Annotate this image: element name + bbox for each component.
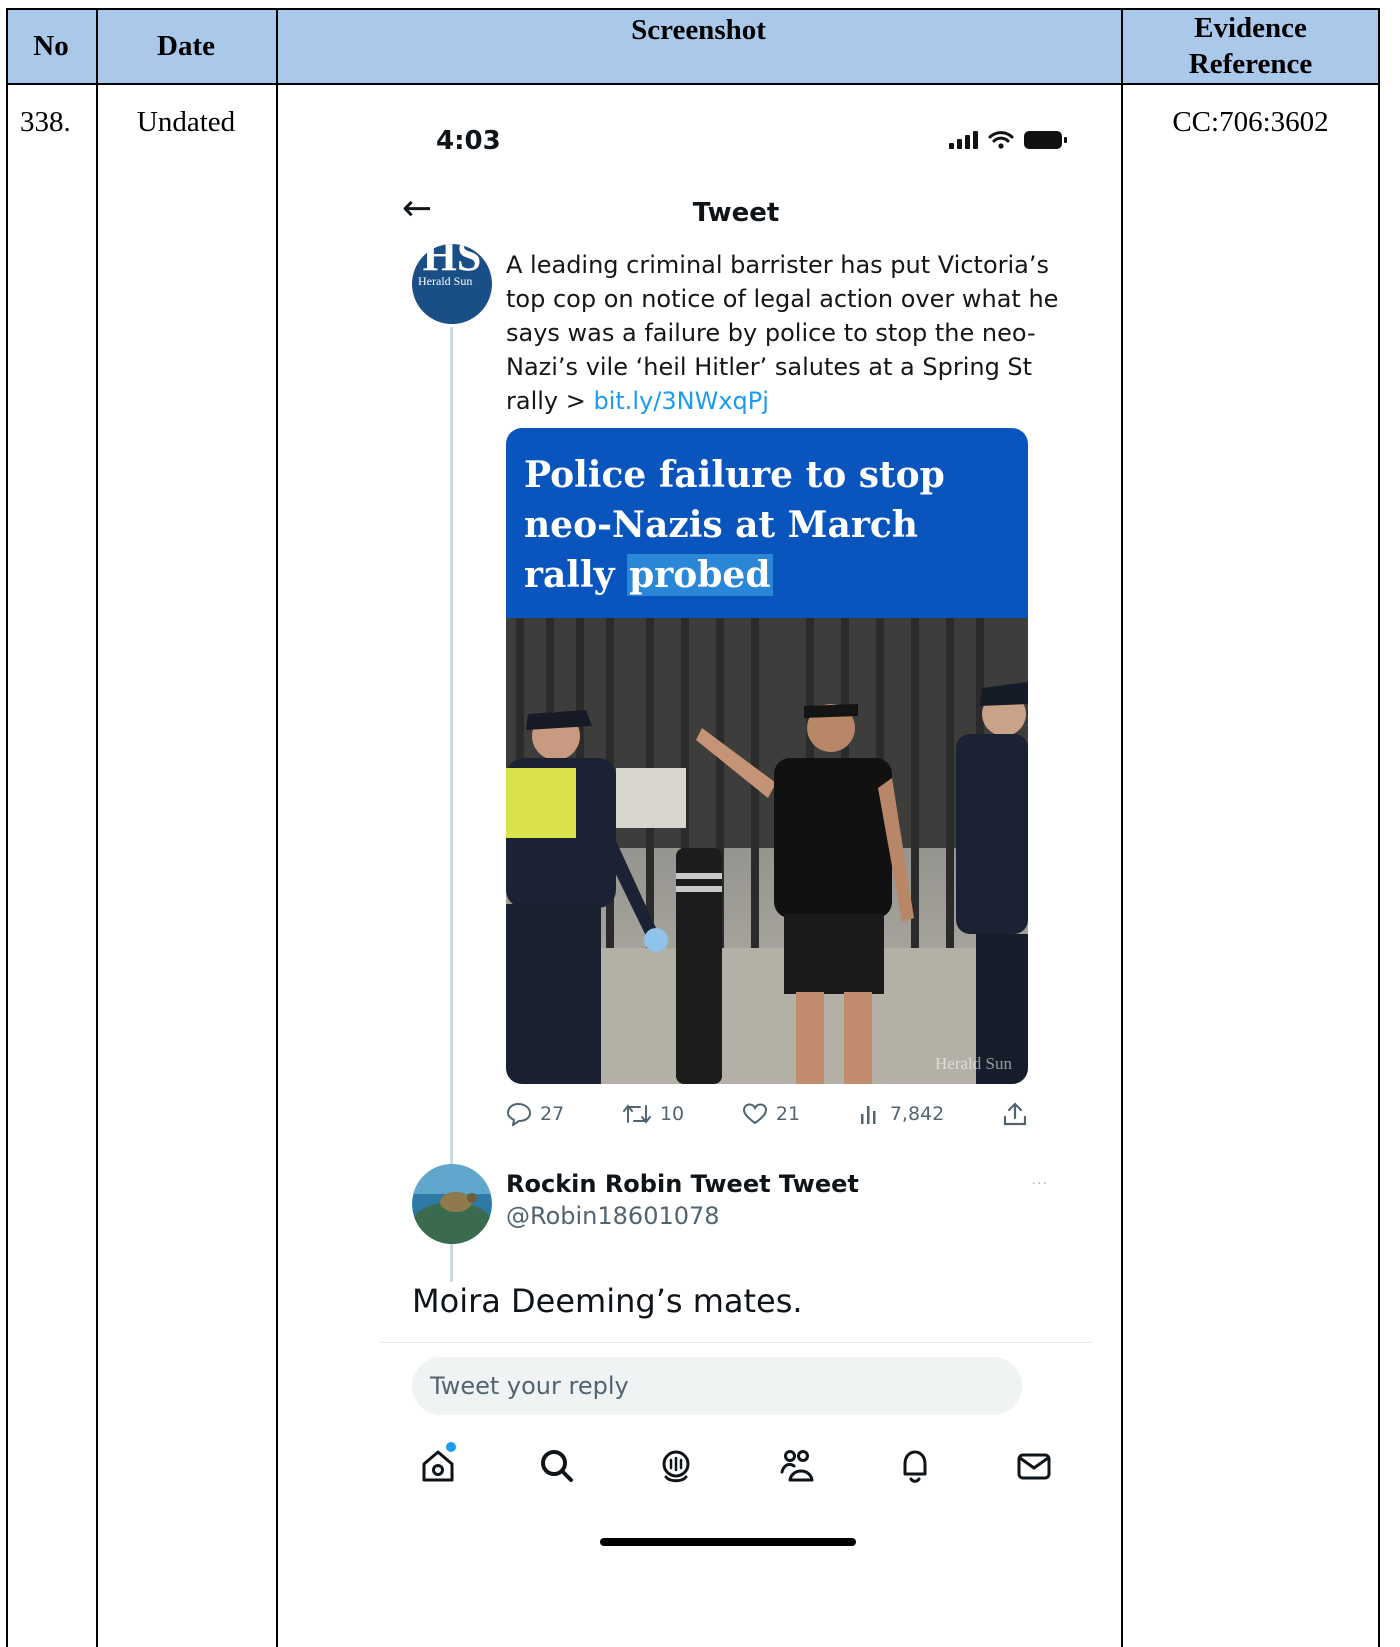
share-icon (1003, 1102, 1027, 1126)
tab-notifications[interactable] (887, 1438, 943, 1494)
home-notification-dot (446, 1442, 456, 1452)
tab-home[interactable] (410, 1438, 466, 1494)
cell-no: 338. (20, 106, 71, 138)
header-date: Date (157, 29, 215, 62)
table-border-right (1378, 8, 1380, 1647)
link-card[interactable]: Police failure to stop neo-Nazis at Marc… (506, 428, 1028, 1084)
views-icon (860, 1106, 876, 1124)
like-action[interactable]: 21 (742, 1102, 800, 1126)
tab-spaces[interactable] (648, 1438, 704, 1494)
tweet-screenshot: 4:03 ← Tweet HS Herald Sun A leading cri… (380, 112, 1092, 1637)
col-divider-1 (96, 8, 98, 1647)
signal-icon (949, 131, 978, 149)
tweet-text: A leading criminal barrister has put Vic… (506, 248, 1066, 418)
table-border-top (6, 8, 1380, 10)
more-options-icon[interactable]: ··· (1032, 1176, 1048, 1192)
tab-search[interactable] (529, 1438, 585, 1494)
tweet-actions: 27 10 21 7,842 (506, 1094, 1028, 1134)
communities-icon (780, 1450, 814, 1482)
heart-icon (742, 1103, 767, 1125)
status-time: 4:03 (436, 126, 501, 156)
robin-avatar[interactable] (412, 1164, 492, 1244)
thread-line (450, 327, 453, 1282)
reply-action[interactable]: 27 (506, 1102, 564, 1126)
like-count: 21 (775, 1103, 801, 1125)
card-headline: Police failure to stop neo-Nazis at Marc… (506, 428, 1028, 618)
share-action[interactable] (1002, 1101, 1028, 1127)
header-evidence-line1: Evidence (1194, 11, 1307, 44)
views-action[interactable]: 7,842 (858, 1102, 944, 1126)
reply-input[interactable]: Tweet your reply (412, 1357, 1022, 1415)
tab-communities[interactable] (768, 1438, 824, 1494)
retweet-icon (622, 1104, 651, 1124)
col-divider-3 (1121, 8, 1123, 1647)
tweet-link[interactable]: bit.ly/3NWxqPj (593, 387, 768, 415)
tweet-body: A leading criminal barrister has put Vic… (506, 251, 1059, 415)
bell-icon (903, 1450, 927, 1483)
status-icons (949, 130, 1067, 150)
cell-date: Undated (136, 106, 236, 138)
header-no: No (33, 29, 69, 62)
col-divider-2 (276, 8, 278, 1647)
reply-author-name[interactable]: Rockin Robin Tweet Tweet (506, 1170, 859, 1198)
card-headline-highlight: probed (627, 554, 773, 596)
retweet-count: 10 (659, 1103, 685, 1125)
reply-divider (380, 1342, 1092, 1343)
header-evidence-line2: Reference (1188, 47, 1313, 80)
card-watermark: Herald Sun (935, 1054, 1012, 1073)
envelope-icon (1017, 1453, 1051, 1480)
home-icon (422, 1450, 454, 1482)
table-header-divider (6, 83, 1380, 85)
battery-icon (1024, 131, 1067, 149)
retweet-action[interactable]: 10 (622, 1102, 684, 1126)
nav-title: Tweet (692, 198, 780, 228)
reply-icon (506, 1102, 532, 1126)
header-screenshot: Screenshot (631, 14, 766, 46)
herald-sun-avatar[interactable]: HS Herald Sun (412, 244, 492, 324)
home-indicator (600, 1538, 856, 1546)
avatar-logo-caption: Herald Sun (418, 274, 473, 288)
spaces-icon (662, 1450, 690, 1483)
reply-text: Moira Deeming’s mates. (412, 1282, 803, 1320)
header-evidence-reference: Evidence Reference (1121, 8, 1380, 83)
table-border-left (6, 8, 8, 1647)
search-icon (541, 1450, 574, 1482)
tab-messages[interactable] (1006, 1438, 1062, 1494)
wifi-icon (988, 131, 1014, 149)
reply-count: 27 (540, 1103, 565, 1125)
views-count: 7,842 (889, 1103, 945, 1125)
cell-evidence-reference: CC:706:3602 (1172, 106, 1329, 138)
reply-author-handle[interactable]: @Robin18601078 (506, 1202, 720, 1230)
bottom-tab-bar (410, 1434, 1062, 1498)
news-photo (506, 618, 1028, 1084)
